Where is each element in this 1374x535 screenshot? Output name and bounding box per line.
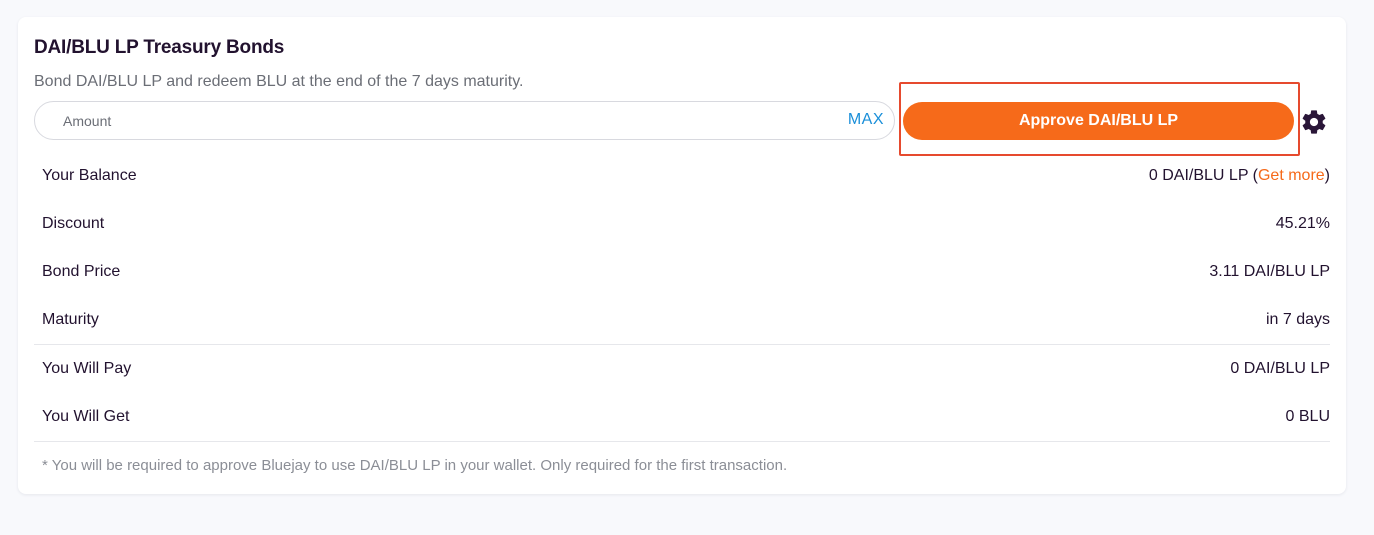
bond-card: DAI/BLU LP Treasury Bonds Bond DAI/BLU L… xyxy=(18,17,1346,494)
gear-icon[interactable] xyxy=(1300,108,1328,136)
divider xyxy=(34,441,1330,442)
bond-details: Your Balance 0 DAI/BLU LP (Get more) Dis… xyxy=(34,152,1330,442)
page-title: DAI/BLU LP Treasury Bonds xyxy=(34,37,285,58)
bond-description: Bond DAI/BLU LP and redeem BLU at the en… xyxy=(34,73,524,90)
bond-price-value: 3.11 DAI/BLU LP xyxy=(1209,263,1330,280)
discount-row: Discount 45.21% xyxy=(34,200,1330,248)
pay-value: 0 DAI/BLU LP xyxy=(1230,360,1330,377)
approve-button[interactable]: Approve DAI/BLU LP xyxy=(903,102,1294,140)
get-row: You Will Get 0 BLU xyxy=(34,393,1330,441)
amount-input[interactable] xyxy=(63,102,823,139)
balance-value-group: 0 DAI/BLU LP (Get more) xyxy=(1149,167,1330,185)
approval-footnote: * You will be required to approve Blueja… xyxy=(42,457,788,474)
discount-value: 45.21% xyxy=(1275,215,1330,232)
max-button[interactable]: MAX xyxy=(848,111,884,129)
pay-label: You Will Pay xyxy=(42,360,132,377)
bond-price-row: Bond Price 3.11 DAI/BLU LP xyxy=(34,248,1330,296)
paren-open: ( xyxy=(1248,167,1258,184)
pay-row: You Will Pay 0 DAI/BLU LP xyxy=(34,345,1330,393)
maturity-row: Maturity in 7 days xyxy=(34,296,1330,344)
get-value: 0 BLU xyxy=(1285,408,1330,425)
balance-value: 0 DAI/BLU LP xyxy=(1148,167,1249,184)
maturity-label: Maturity xyxy=(42,311,99,328)
amount-field[interactable]: MAX xyxy=(34,101,895,140)
maturity-value: in 7 days xyxy=(1265,311,1330,328)
paren-close: ) xyxy=(1324,167,1330,184)
bond-price-label: Bond Price xyxy=(42,263,121,280)
get-more-link[interactable]: Get more xyxy=(1258,167,1325,184)
get-label: You Will Get xyxy=(42,408,130,425)
balance-row: Your Balance 0 DAI/BLU LP (Get more) xyxy=(34,152,1330,200)
balance-label: Your Balance xyxy=(42,167,137,184)
discount-label: Discount xyxy=(42,215,105,232)
